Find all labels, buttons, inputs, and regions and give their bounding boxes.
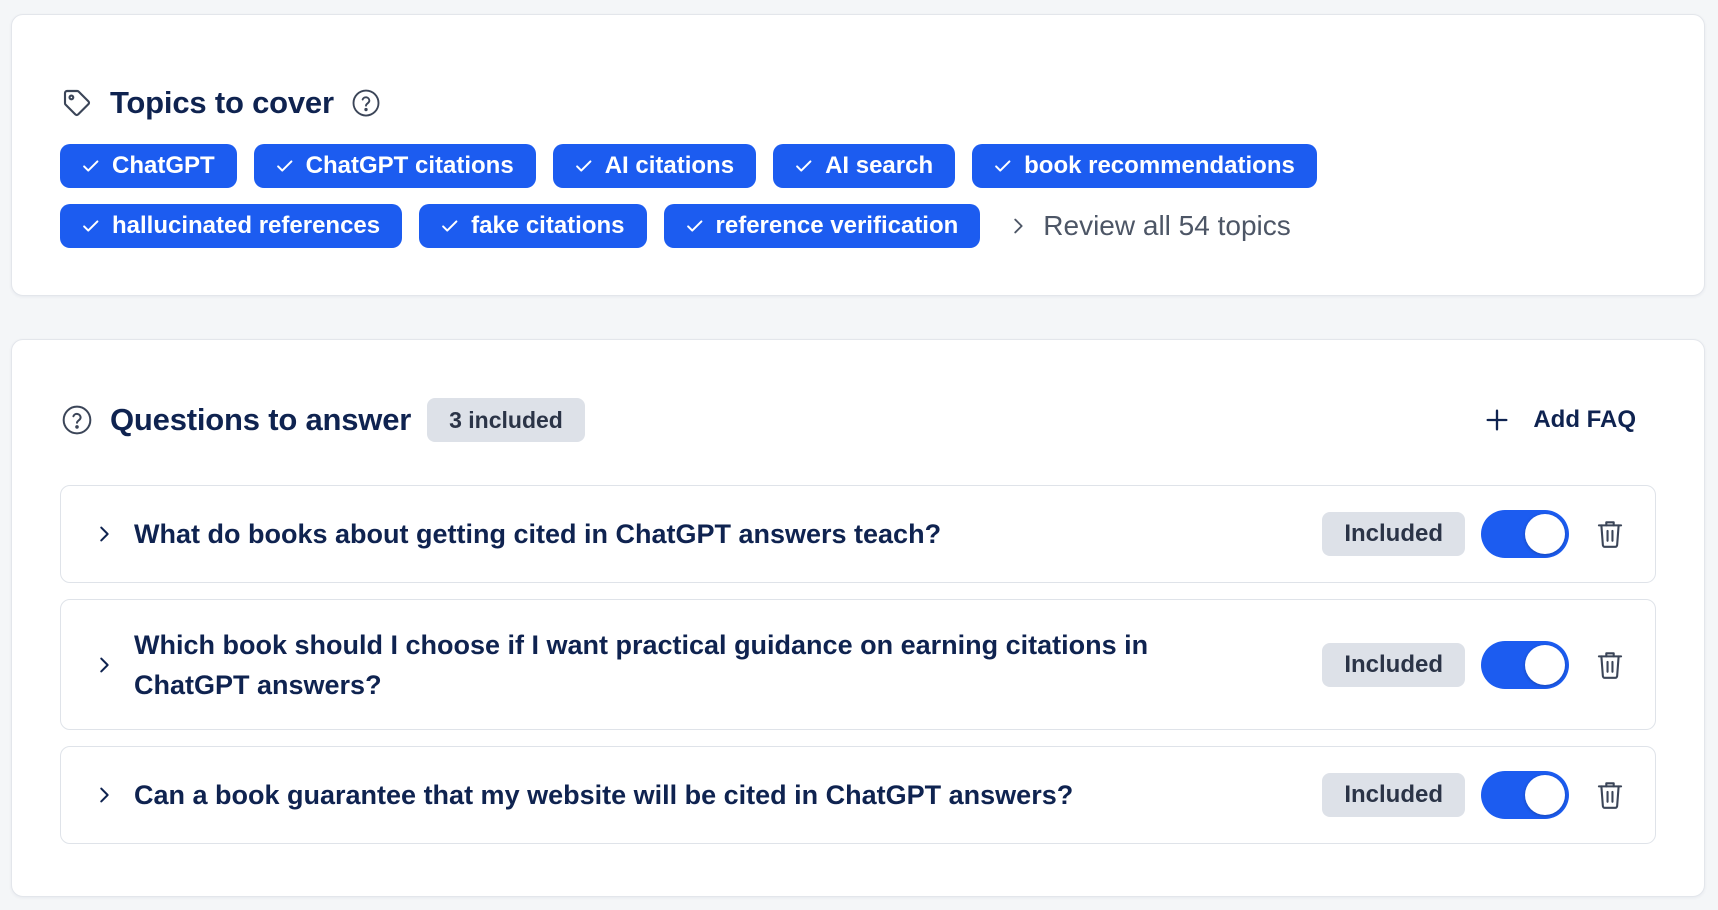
add-faq-label: Add FAQ: [1533, 406, 1636, 433]
trash-icon[interactable]: [1595, 518, 1625, 550]
topics-header: Topics to cover: [60, 81, 382, 125]
topic-chip-label: book recommendations: [1024, 152, 1295, 179]
included-badge: Included: [1322, 642, 1465, 687]
help-circle-icon: [60, 403, 94, 437]
topic-chip[interactable]: AI citations: [552, 144, 757, 188]
toggle-knob: [1525, 644, 1565, 685]
trash-icon[interactable]: [1595, 649, 1625, 681]
topic-chip[interactable]: AI search: [773, 144, 956, 188]
check-icon: [684, 215, 706, 237]
topic-chips-row: ChatGPT ChatGPT citations AI citations A…: [60, 144, 1317, 188]
plus-icon: [1483, 406, 1511, 434]
check-icon: [274, 155, 296, 177]
topic-chip-label: fake citations: [471, 212, 625, 239]
topic-chip[interactable]: ChatGPT citations: [253, 144, 536, 188]
topic-chip-label: AI search: [825, 152, 934, 179]
questions-header: Questions to answer 3 included: [60, 398, 585, 442]
topic-chip-label: hallucinated references: [112, 212, 381, 239]
questions-title: Questions to answer: [110, 402, 412, 437]
faq-question: Which book should I choose if I want pra…: [134, 629, 1149, 700]
review-all-topics-label: Review all 54 topics: [1043, 210, 1291, 241]
chevron-right-icon[interactable]: [93, 784, 115, 806]
toggle-knob: [1525, 775, 1565, 815]
toggle-knob: [1525, 514, 1565, 554]
included-badge: Included: [1322, 773, 1465, 817]
check-icon: [793, 155, 815, 177]
faq-controls: Included: [1322, 510, 1625, 558]
topic-chip[interactable]: fake citations: [419, 204, 647, 248]
topic-chip[interactable]: book recommendations: [972, 144, 1317, 188]
review-all-topics-link[interactable]: Review all 54 topics: [1007, 210, 1291, 242]
faq-question: Can a book guarantee that my website wil…: [134, 780, 1074, 810]
check-icon: [439, 215, 461, 237]
faq-item[interactable]: What do books about getting cited in Cha…: [60, 485, 1656, 583]
include-toggle[interactable]: [1481, 510, 1569, 558]
check-icon: [573, 155, 595, 177]
faq-question: What do books about getting cited in Cha…: [134, 519, 942, 549]
topic-chip[interactable]: ChatGPT: [60, 144, 237, 188]
check-icon: [992, 155, 1014, 177]
topic-chip-label: AI citations: [604, 152, 735, 179]
help-circle-icon[interactable]: [350, 87, 382, 119]
include-toggle[interactable]: [1481, 771, 1569, 819]
topics-card: Topics to cover ChatGPT ChatGPT citation…: [11, 14, 1705, 296]
topic-chip[interactable]: hallucinated references: [60, 204, 403, 248]
tag-icon: [60, 86, 94, 120]
check-icon: [80, 215, 102, 237]
topic-chips-row: hallucinated references fake citations r…: [60, 204, 1291, 248]
faq-controls: Included: [1322, 771, 1625, 819]
topic-chip-label: ChatGPT: [112, 152, 215, 179]
faq-item[interactable]: Can a book guarantee that my website wil…: [60, 746, 1656, 844]
topic-chip[interactable]: reference verification: [663, 204, 981, 248]
faq-item[interactable]: Which book should I choose if I want pra…: [60, 599, 1656, 730]
faq-list: What do books about getting cited in Cha…: [60, 485, 1656, 860]
included-badge: Included: [1322, 512, 1465, 556]
faq-controls: Included: [1322, 640, 1625, 689]
trash-icon[interactable]: [1595, 779, 1625, 811]
included-count-badge: 3 included: [427, 398, 585, 442]
add-faq-button[interactable]: Add FAQ: [1483, 398, 1636, 442]
chevron-right-icon[interactable]: [93, 654, 115, 676]
questions-card: Questions to answer 3 included Add FAQ W…: [11, 339, 1705, 897]
include-toggle[interactable]: [1481, 640, 1569, 689]
topic-chip-label: ChatGPT citations: [305, 152, 514, 179]
chevron-right-icon[interactable]: [93, 523, 115, 545]
topics-title: Topics to cover: [110, 85, 334, 120]
check-icon: [80, 155, 102, 177]
topic-chip-label: reference verification: [715, 212, 959, 239]
chevron-right-icon: [1007, 215, 1029, 237]
